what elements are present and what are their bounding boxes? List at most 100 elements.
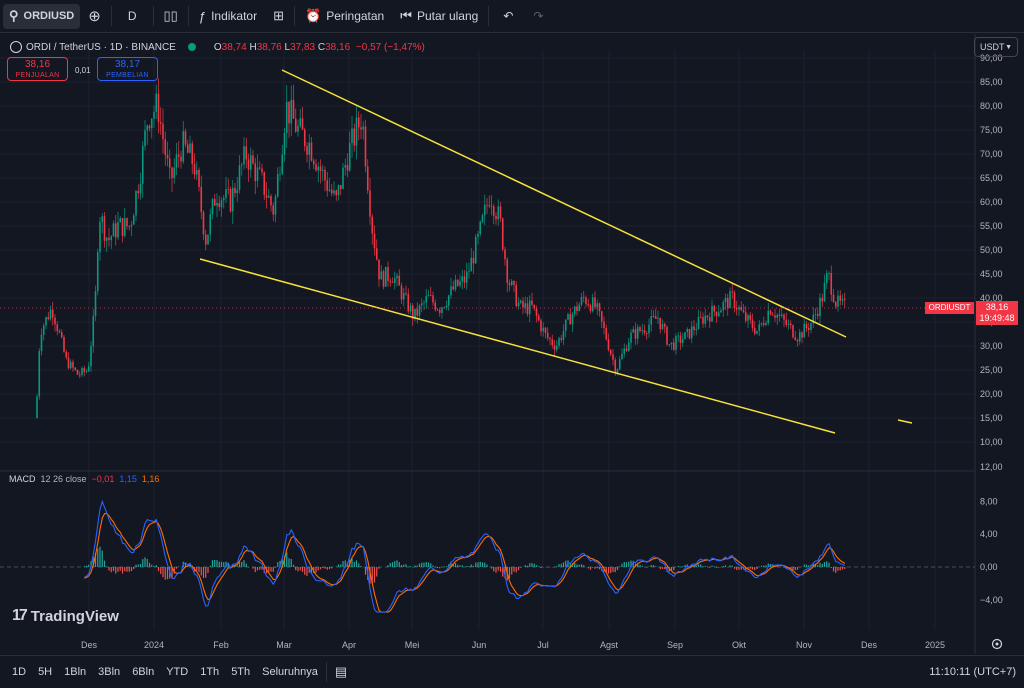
range-button-1th[interactable]: 1Th: [194, 666, 225, 678]
price-scale[interactable]: 90,0085,0080,0075,0070,0065,0060,0055,00…: [980, 53, 1003, 472]
candle-body: [128, 226, 131, 227]
candle-body: [126, 218, 128, 227]
settings-icon[interactable]: [991, 638, 1003, 650]
candle-body: [675, 336, 677, 350]
add-symbol-button[interactable]: ⊕: [80, 0, 109, 33]
candle-body: [778, 314, 781, 316]
range-button-1bln[interactable]: 1Bln: [58, 666, 92, 678]
candle-body: [537, 315, 540, 321]
candle-body: [369, 190, 371, 217]
range-button-1d[interactable]: 1D: [6, 666, 32, 678]
bottom-toolbar: 1D 5H 1Bln 3Bln 6Bln YTD 1Th 5Th Seluruhnya ▤ 11…: [0, 655, 1024, 688]
candle-body: [490, 206, 493, 207]
candle-body: [148, 125, 151, 129]
range-button-6bln[interactable]: 6Bln: [126, 666, 160, 678]
candle-body: [603, 321, 605, 329]
interval-button[interactable]: D: [114, 0, 151, 33]
candle-body: [308, 142, 311, 155]
candle-body: [670, 342, 673, 345]
range-button-3bln[interactable]: 3Bln: [92, 666, 126, 678]
candle-body: [85, 371, 88, 373]
candle-body: [796, 339, 799, 342]
date-range-button[interactable]: ▤: [329, 664, 353, 680]
candle-body: [130, 224, 133, 227]
candle-body: [740, 307, 743, 311]
candle-body: [270, 196, 272, 206]
candle-body: [337, 185, 340, 196]
redo-button[interactable]: ↷: [525, 0, 551, 33]
undo-button[interactable]: ↶: [491, 0, 525, 33]
buy-button[interactable]: 38,17 PEMBELIAN: [97, 57, 158, 81]
upper-trendline[interactable]: [281, 69, 847, 338]
layout-button[interactable]: ⊞: [265, 0, 292, 33]
candle-body: [724, 297, 727, 303]
macd-line-value: 1,15: [119, 474, 137, 484]
candle-body: [465, 271, 468, 283]
candle-body: [225, 189, 227, 198]
candle-body: [49, 309, 52, 320]
price-tick-label: 60,00: [980, 197, 1003, 207]
tradingview-logo[interactable]: 17 TradingView: [12, 607, 119, 625]
candle-body: [324, 169, 326, 181]
candles-icon: ▯▯: [163, 8, 178, 23]
candle-body: [697, 316, 700, 330]
search-icon: ⚲: [9, 8, 19, 23]
candle-body: [652, 316, 655, 317]
low-value: 37,83: [290, 41, 316, 53]
candle-body: [427, 295, 430, 297]
indicators-button[interactable]: ƒ Indikator: [191, 0, 265, 33]
candle-body: [504, 249, 506, 260]
candle-body: [63, 336, 65, 352]
candle-body: [360, 127, 362, 130]
candle-body: [753, 327, 756, 334]
range-button-ytd[interactable]: YTD: [160, 666, 194, 678]
candle-body: [580, 296, 583, 305]
candle-body: [162, 123, 164, 140]
currency-button[interactable]: USDT ▼: [974, 37, 1018, 57]
candle-body: [668, 344, 671, 345]
candle-body: [83, 368, 86, 372]
candle-body: [510, 280, 513, 286]
clock[interactable]: 11:10:11 (UTC+7): [929, 656, 1016, 688]
candle-body: [497, 206, 500, 220]
replay-button[interactable]: ⏮ Putar ulang: [392, 0, 486, 33]
candle-body: [389, 280, 392, 283]
candle-body: [672, 342, 675, 350]
sell-button[interactable]: 38,16 PENJUALAN: [7, 57, 68, 81]
macd-scale[interactable]: 8,00 4,00 0,00 −4,00: [980, 496, 1003, 604]
candle-body: [463, 276, 466, 283]
candle-body: [60, 332, 63, 337]
price-chart[interactable]: 90,0085,0080,0075,0070,0065,0060,0055,00…: [0, 34, 1024, 654]
candle-body: [164, 139, 167, 155]
candle-body: [771, 314, 774, 316]
candle-body: [105, 237, 108, 241]
bar-countdown: 19:49:48: [979, 313, 1015, 323]
candle-body: [423, 302, 425, 304]
buy-label: PEMBELIAN: [106, 72, 149, 79]
time-axis-label: Mar: [276, 640, 292, 650]
candle-body: [630, 332, 632, 343]
candle-body: [690, 326, 693, 339]
candle-body: [760, 323, 763, 325]
range-button-5th[interactable]: 5Th: [225, 666, 256, 678]
range-button-5h[interactable]: 5H: [32, 666, 58, 678]
time-axis-label: Agst: [600, 640, 619, 650]
time-axis-label: Apr: [342, 640, 356, 650]
alerts-button[interactable]: ⏰ Peringatan: [297, 0, 392, 33]
time-axis[interactable]: Des 2024 Feb Mar Apr Mei Jun Jul Agst Sep Okt Nov De…: [81, 640, 945, 650]
symbol-search-button[interactable]: ⚲ ORDIUSD: [3, 3, 81, 29]
candle-body: [731, 291, 734, 293]
chart-type-button[interactable]: ▯▯: [156, 0, 186, 33]
candle-body: [114, 223, 117, 238]
trendline-fragment[interactable]: [897, 419, 913, 424]
candle-body: [382, 271, 385, 287]
range-button-seluruhnya[interactable]: Seluruhnya: [256, 666, 324, 678]
trendlines[interactable]: [199, 69, 913, 434]
candle-body: [346, 165, 349, 171]
high-value: 38,76: [256, 41, 282, 53]
candle-body: [384, 266, 387, 287]
candle-body: [576, 306, 578, 312]
spread-value: 0,01: [75, 66, 91, 75]
candle-body: [312, 160, 315, 165]
candle-body: [749, 315, 752, 320]
